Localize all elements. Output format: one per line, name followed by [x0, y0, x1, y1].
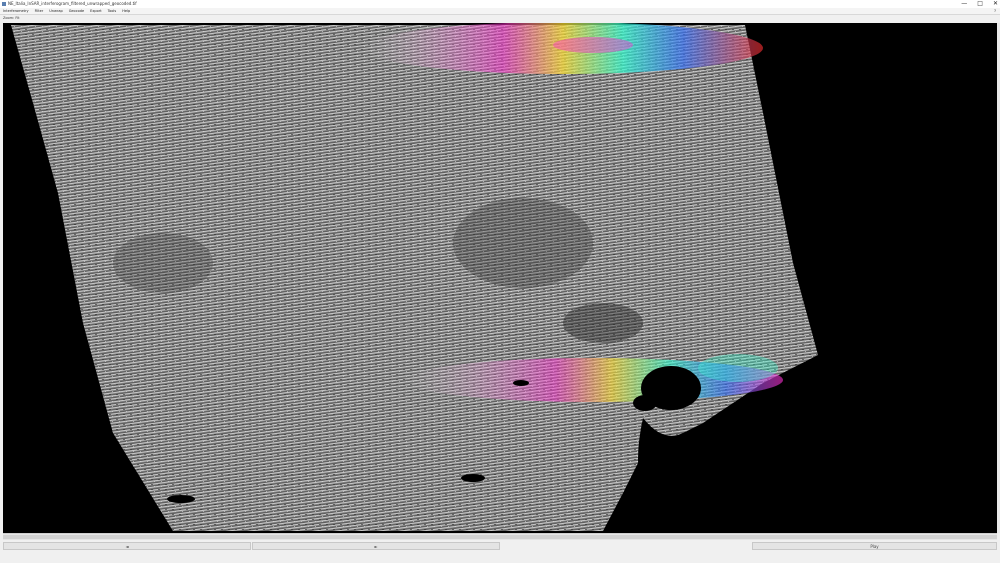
- interferogram-image: [3, 23, 997, 533]
- play-button[interactable]: Play: [752, 542, 997, 550]
- menu-item-help[interactable]: Help: [122, 8, 130, 14]
- menu-item-interferometry[interactable]: Interferometry: [3, 8, 29, 14]
- window-controls: — □ ✕: [961, 0, 998, 8]
- status-line: Zoom: Fit: [0, 15, 1000, 22]
- menu-item-unwrap[interactable]: Unwrap: [49, 8, 62, 14]
- menu-bar: Interferometry Filter Unwrap Geocode Exp…: [0, 8, 1000, 15]
- zoom-status: Zoom: Fit: [3, 16, 20, 20]
- menu-item-export[interactable]: Export: [90, 8, 101, 14]
- maximize-button[interactable]: □: [977, 0, 983, 8]
- app-icon: [2, 2, 6, 6]
- close-button[interactable]: ✕: [993, 0, 998, 8]
- minimize-button[interactable]: —: [961, 0, 967, 8]
- help-icon[interactable]: ?: [994, 8, 996, 14]
- menu-item-tools[interactable]: Tools: [108, 8, 117, 14]
- application-window: NE_Italia_InSAR_interferogram_filtered_u…: [0, 0, 1000, 563]
- window-title: NE_Italia_InSAR_interferogram_filtered_u…: [8, 1, 137, 6]
- bottom-bar: ◄ ► Play: [0, 540, 1000, 552]
- image-canvas[interactable]: [3, 23, 997, 533]
- next-button[interactable]: ►: [252, 542, 500, 550]
- previous-button[interactable]: ◄: [3, 542, 251, 550]
- title-bar: NE_Italia_InSAR_interferogram_filtered_u…: [0, 0, 1000, 8]
- scrollbar-thumb[interactable]: [3, 535, 997, 539]
- menu-item-geocode[interactable]: Geocode: [69, 8, 84, 14]
- menu-item-filter[interactable]: Filter: [35, 8, 44, 14]
- horizontal-scrollbar[interactable]: [3, 533, 997, 540]
